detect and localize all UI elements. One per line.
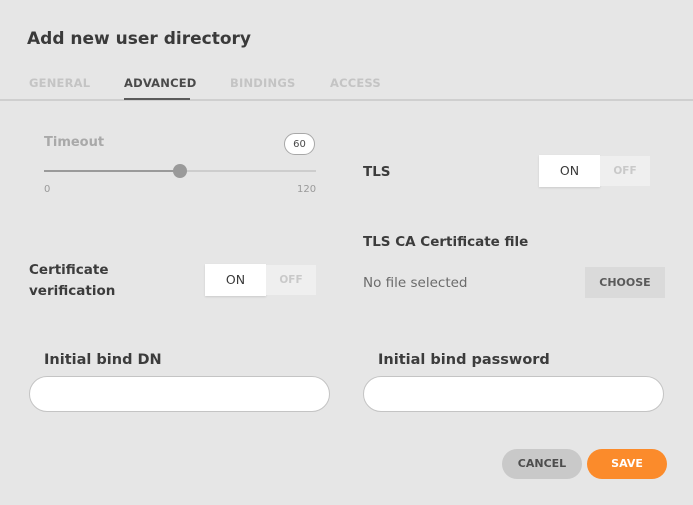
tls-toggle[interactable]: ON OFF: [539, 155, 650, 187]
tls-label: TLS: [363, 164, 391, 180]
choose-file-button[interactable]: CHOOSE: [585, 267, 665, 298]
tls-ca-label: TLS CA Certificate file: [363, 234, 529, 250]
active-tab-indicator: [124, 98, 190, 100]
timeout-max-label: 120: [297, 184, 317, 195]
tab-bindings[interactable]: BINDINGS: [230, 76, 295, 90]
cert-verification-on-option[interactable]: ON: [205, 264, 266, 296]
save-button[interactable]: SAVE: [587, 449, 667, 479]
bind-dn-label: Initial bind DN: [44, 352, 162, 368]
cert-verification-off-option[interactable]: OFF: [266, 265, 316, 295]
bind-dn-input[interactable]: [29, 376, 330, 412]
tls-off-option[interactable]: OFF: [600, 156, 650, 186]
bind-password-input[interactable]: [363, 376, 664, 412]
timeout-slider-thumb[interactable]: [173, 164, 187, 178]
cert-verification-label-line2: verification: [29, 283, 116, 299]
timeout-label: Timeout: [44, 135, 105, 150]
file-selected-text: No file selected: [363, 275, 468, 291]
dialog-title: Add new user directory: [27, 29, 251, 49]
bind-password-label: Initial bind password: [378, 352, 550, 368]
timeout-min-label: 0: [44, 184, 51, 195]
cancel-button[interactable]: CANCEL: [502, 449, 582, 479]
tab-advanced[interactable]: ADVANCED: [124, 76, 197, 90]
tab-access[interactable]: ACCESS: [330, 76, 381, 90]
cert-verification-toggle[interactable]: ON OFF: [205, 264, 316, 296]
tab-divider: [0, 99, 693, 101]
tls-on-option[interactable]: ON: [539, 155, 600, 187]
tab-general[interactable]: GENERAL: [29, 76, 90, 90]
timeout-slider-fill: [44, 170, 180, 172]
cert-verification-label-line1: Certificate: [29, 262, 109, 278]
timeout-value-badge: 60: [284, 133, 315, 155]
